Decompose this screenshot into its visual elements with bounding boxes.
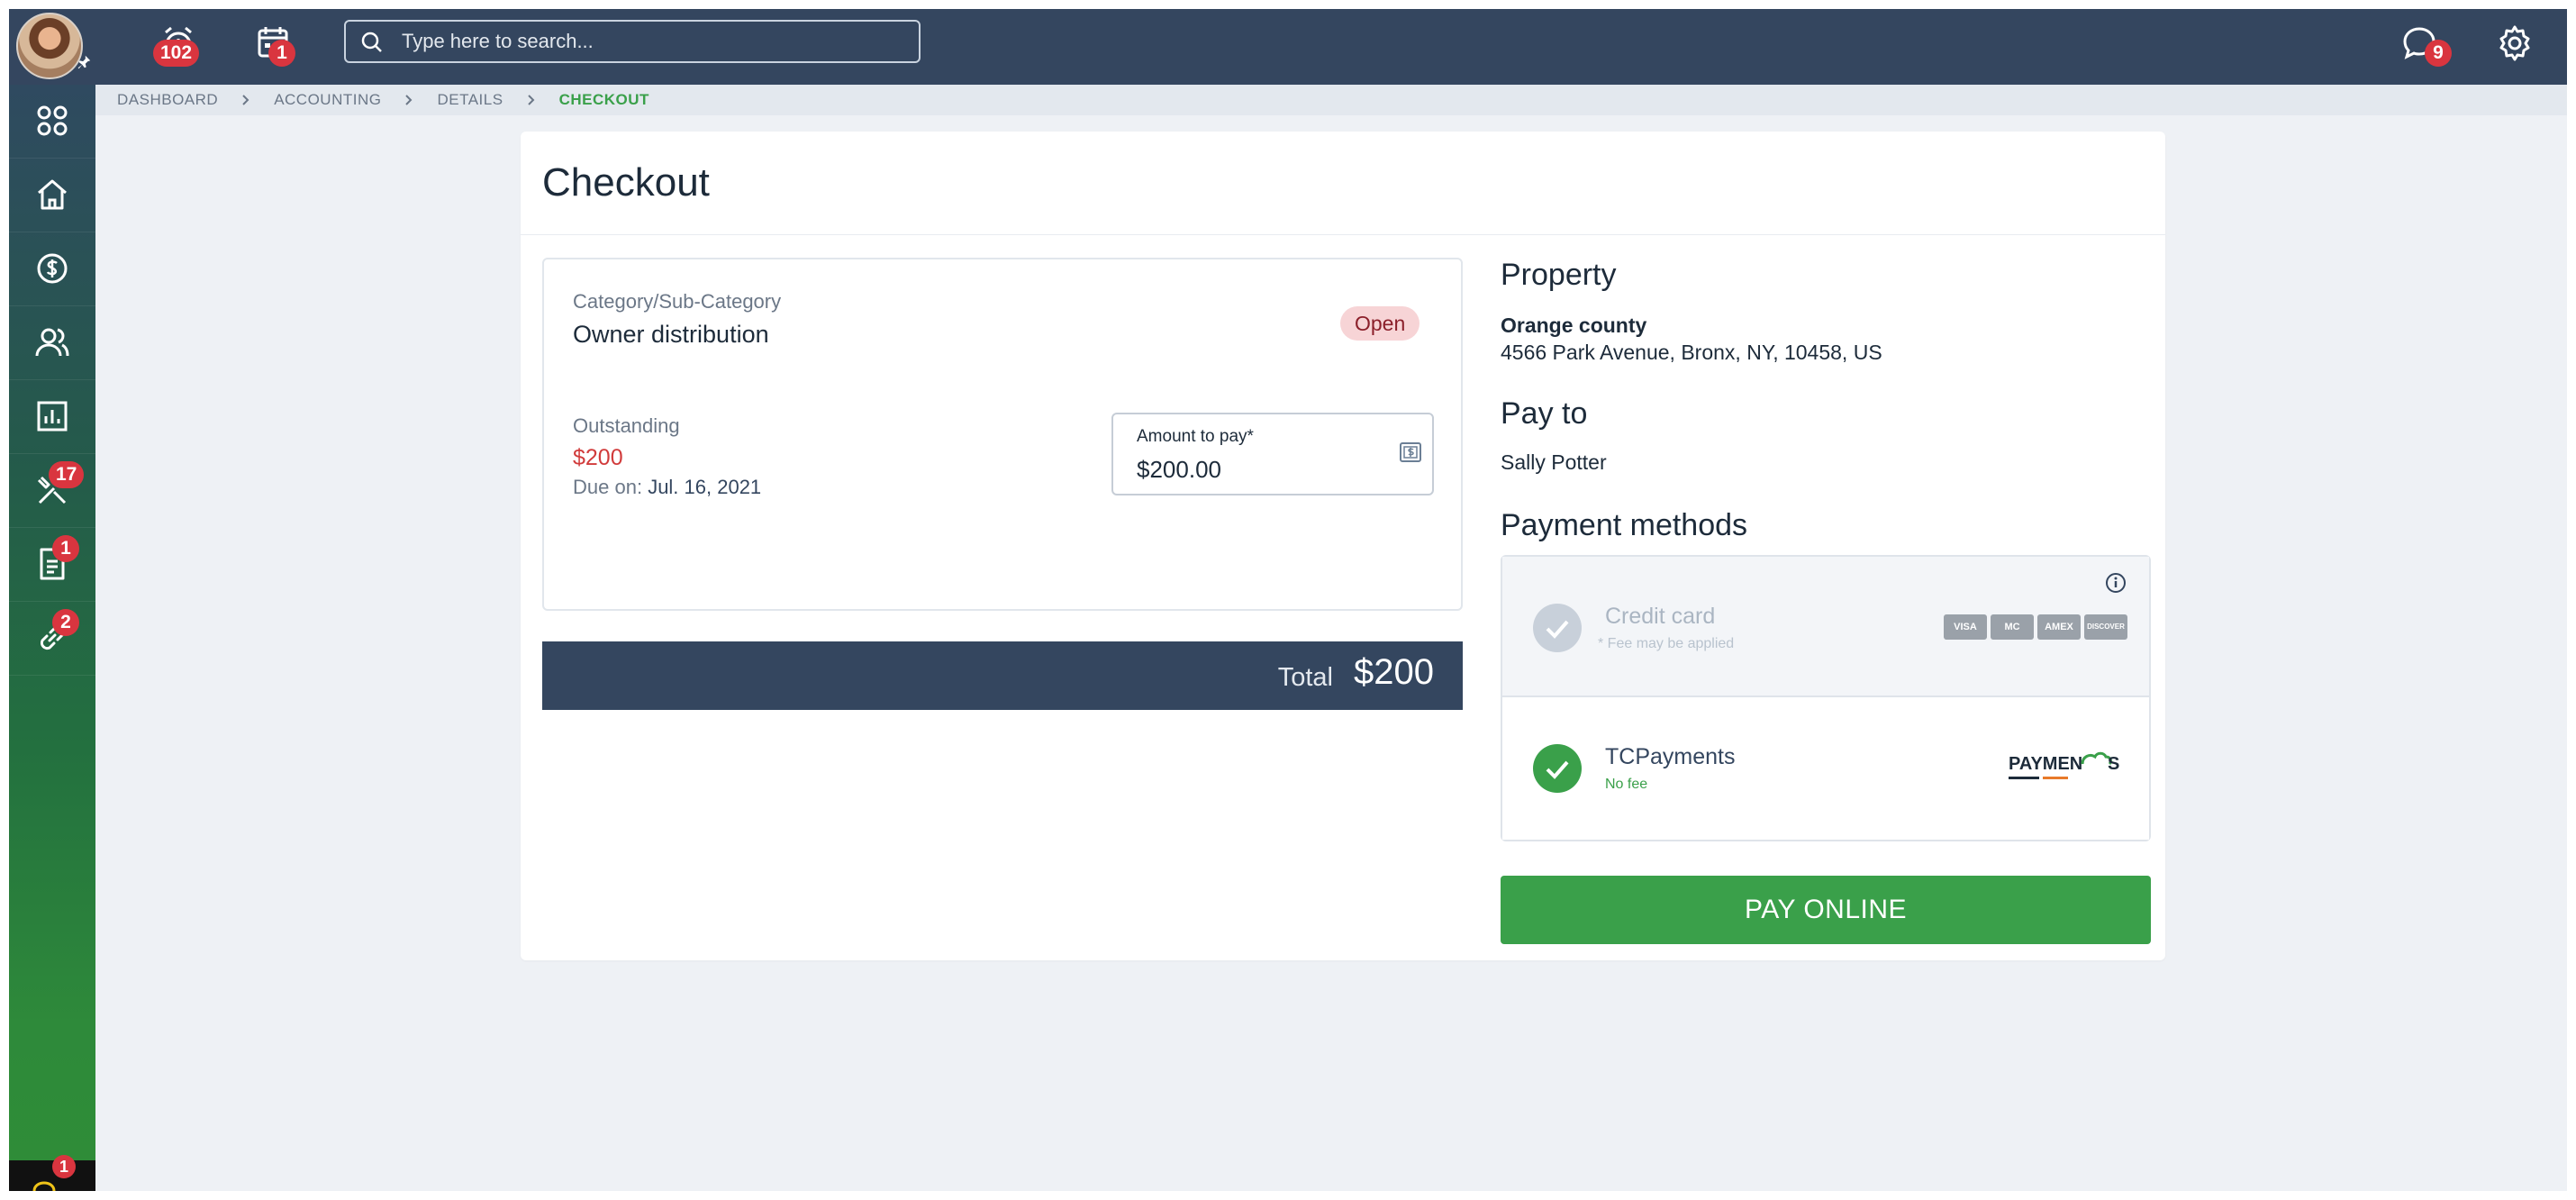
avatar[interactable] xyxy=(16,13,83,79)
gear-icon[interactable] xyxy=(2493,22,2536,65)
due-label: Due on: xyxy=(573,476,643,498)
payments-logo: PAYMEN S xyxy=(2009,751,2119,779)
svg-text:PAYMEN: PAYMEN xyxy=(2009,754,2082,774)
alerts-badge: 102 xyxy=(153,40,200,67)
svg-text:S: S xyxy=(2108,754,2119,774)
search-icon xyxy=(361,32,382,52)
dollar-icon xyxy=(37,253,68,284)
pay-to-title: Pay to xyxy=(1501,396,1588,431)
total-value: $200 xyxy=(1354,652,1434,692)
amount-to-pay-field[interactable]: Amount to pay* $200.00 xyxy=(1111,413,1434,495)
mastercard-logo: MC xyxy=(1991,614,2034,640)
dollar-icon xyxy=(1400,442,1421,462)
tcpayments-label: TCPayments xyxy=(1605,744,1736,769)
tcpayments-note: No fee xyxy=(1605,777,1648,792)
check-icon xyxy=(1533,604,1582,652)
sidebar-item-integrations[interactable]: 2 xyxy=(9,602,95,676)
outstanding-label: Outstanding xyxy=(573,414,680,437)
payment-method-credit-card[interactable]: Credit card * Fee may be applied VISA MC… xyxy=(1502,557,2149,697)
payment-method-tcpayments[interactable]: TCPayments No fee PAYMEN S xyxy=(1502,697,2149,840)
sidebar-bottom-badge: 1 xyxy=(52,1155,77,1178)
breadcrumb: DASHBOARD ACCOUNTING DETAILS CHECKOUT xyxy=(95,85,2567,115)
sidebar-item-accounting[interactable] xyxy=(9,232,95,306)
property-name: Orange county xyxy=(1501,314,1647,337)
search-input[interactable] xyxy=(402,22,906,61)
credit-card-note: * Fee may be applied xyxy=(1598,636,1735,651)
sidebar-bottom-item[interactable]: 1 xyxy=(9,1155,95,1191)
chevron-right-icon xyxy=(405,95,413,105)
payment-methods-title: Payment methods xyxy=(1501,508,1748,542)
due-date-value: Jul. 16, 2021 xyxy=(648,476,762,498)
info-icon[interactable] xyxy=(2104,571,2127,595)
app-window: 102 1 9 xyxy=(9,9,2567,1191)
sidebar-item-documents[interactable]: 1 xyxy=(9,528,95,602)
property-title: Property xyxy=(1501,258,1617,292)
home-icon xyxy=(38,179,67,210)
pay-to-name: Sally Potter xyxy=(1501,450,1607,474)
total-label: Total xyxy=(1277,663,1333,692)
breadcrumb-dashboard[interactable]: DASHBOARD xyxy=(117,91,218,109)
sidebar-badge-tools: 17 xyxy=(49,461,85,488)
property-address: 4566 Park Avenue, Bronx, NY, 10458, US xyxy=(1501,341,1882,364)
divider xyxy=(521,234,2165,235)
category-label: Category/Sub-Category xyxy=(573,290,782,313)
apps-icon xyxy=(37,105,68,136)
chevron-right-icon xyxy=(242,95,249,105)
sidebar-badge-integrations: 2 xyxy=(52,609,79,636)
discover-logo: DISCOVER xyxy=(2084,614,2127,640)
breadcrumb-checkout: CHECKOUT xyxy=(558,91,649,108)
amex-logo: AMEX xyxy=(2037,614,2081,640)
bill-summary: Category/Sub-Category Owner distribution… xyxy=(542,258,1463,611)
card-brand-logos: VISA MC AMEX DISCOVER xyxy=(1944,614,2127,640)
page-title: Checkout xyxy=(542,160,710,205)
sidebar-item-reports[interactable] xyxy=(9,380,95,454)
check-icon xyxy=(1533,744,1582,793)
chevron-right-icon xyxy=(527,95,534,105)
sidebar-item-maintenance[interactable]: 17 xyxy=(9,454,95,528)
pin-icon[interactable] xyxy=(76,54,92,70)
payment-methods-list: Credit card * Fee may be applied VISA MC… xyxy=(1501,555,2151,841)
calendar-badge: 1 xyxy=(268,40,295,67)
users-icon xyxy=(35,328,69,357)
credit-card-label: Credit card xyxy=(1605,604,1716,629)
status-badge: Open xyxy=(1340,306,1420,341)
outstanding-value: $200 xyxy=(573,445,623,470)
amount-label: Amount to pay* xyxy=(1137,427,1254,446)
amount-input[interactable]: $200.00 xyxy=(1137,456,1221,484)
search-box xyxy=(344,20,921,63)
visa-logo: VISA xyxy=(1944,614,1987,640)
pay-online-button[interactable]: PAY ONLINE xyxy=(1501,876,2151,944)
sidebar-badge-documents: 1 xyxy=(52,535,79,562)
category-value: Owner distribution xyxy=(573,321,769,348)
sidebar-item-apps[interactable] xyxy=(9,85,95,159)
total-bar: Total $200 xyxy=(542,641,1463,710)
breadcrumb-accounting[interactable]: ACCOUNTING xyxy=(274,91,381,109)
top-bar: 102 1 9 xyxy=(9,9,2567,85)
due-date: Due on: Jul. 16, 2021 xyxy=(573,476,761,499)
messages-badge: 9 xyxy=(2425,40,2452,67)
sidebar-item-people[interactable] xyxy=(9,306,95,380)
sidebar-item-home[interactable] xyxy=(9,159,95,232)
breadcrumb-details[interactable]: DETAILS xyxy=(437,91,503,109)
chart-icon xyxy=(37,401,68,432)
sidebar: 17 1 2 1 xyxy=(9,85,95,1191)
checkout-card: Checkout Category/Sub-Category Owner dis… xyxy=(521,132,2165,960)
